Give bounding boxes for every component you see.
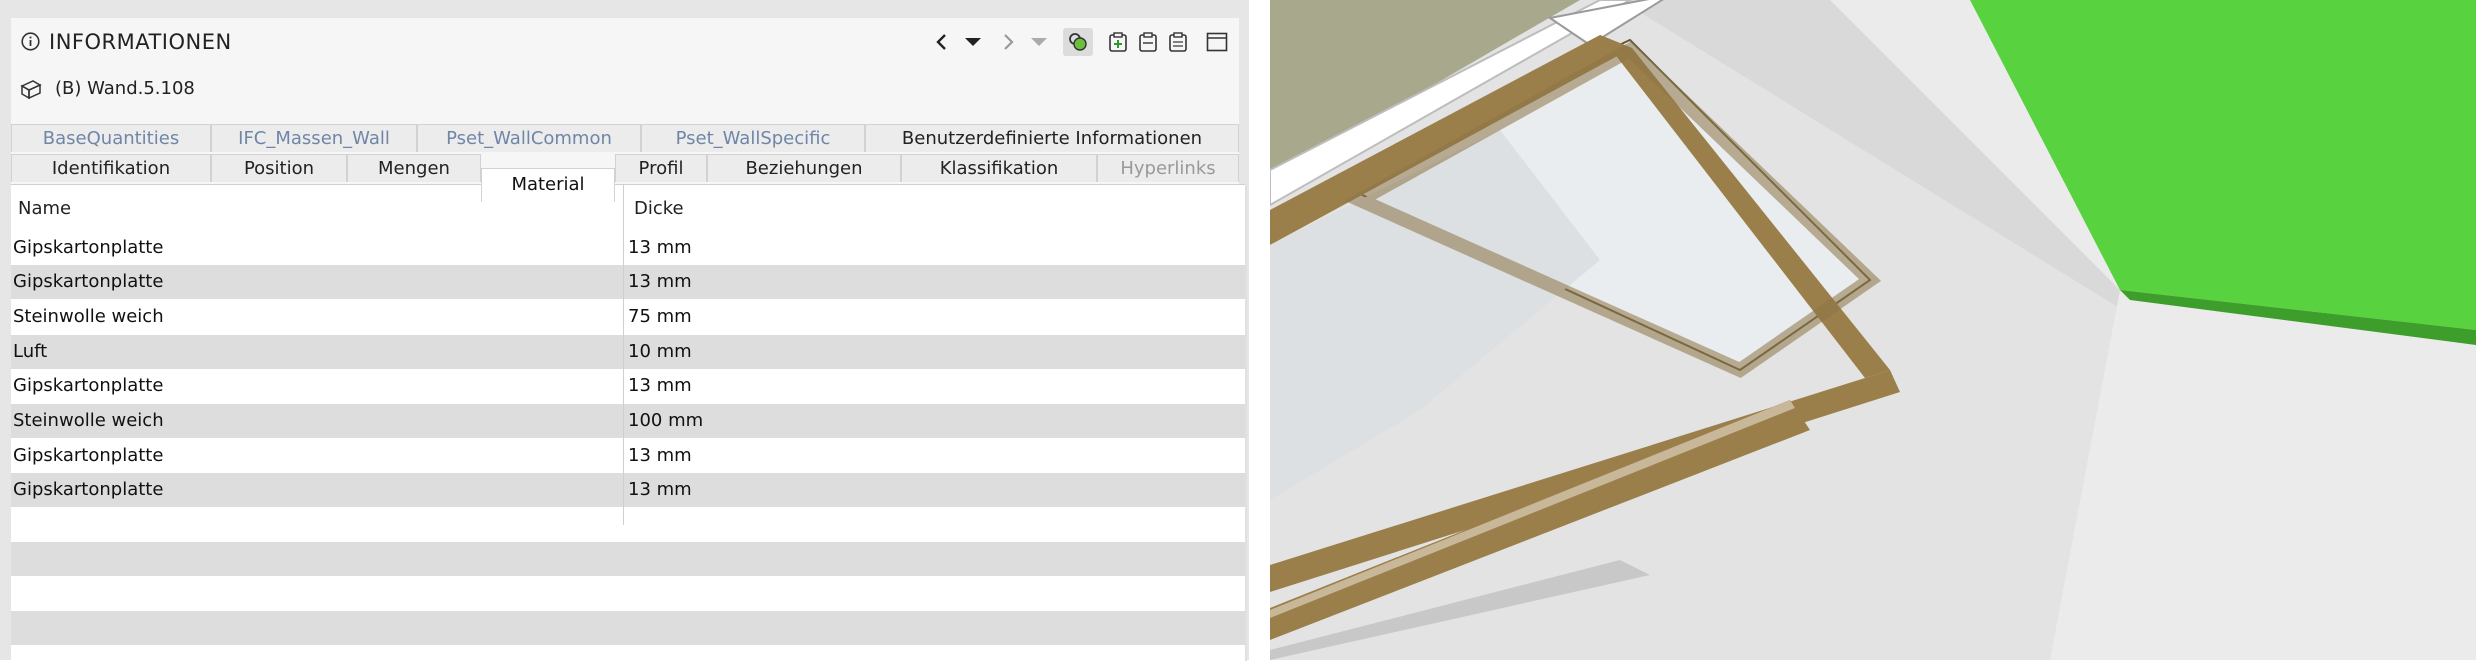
material-thickness: 13 mm <box>628 271 692 292</box>
panel-title: INFORMATIONEN <box>49 30 232 54</box>
add-clipboard-icon[interactable] <box>1105 28 1131 56</box>
material-name: Luft <box>13 341 48 362</box>
tab-klassifikation[interactable]: Klassifikation <box>901 154 1097 182</box>
triangle-down-disabled-icon <box>1027 28 1051 56</box>
material-thickness: 13 mm <box>628 237 692 258</box>
material-name: Gipskartonplatte <box>13 271 164 292</box>
empty-row <box>11 577 1245 611</box>
material-table: Name Dicke Gipskartonplatte 13 mm Gipskar… <box>11 184 1247 661</box>
tab-pset-wallspecific[interactable]: Pset_WallSpecific <box>641 124 865 152</box>
column-separator[interactable] <box>623 185 624 525</box>
tab-ifc-massen-wall[interactable]: IFC_Massen_Wall <box>211 124 417 152</box>
material-name: Gipskartonplatte <box>13 375 164 396</box>
3d-viewport[interactable] <box>1270 0 2476 660</box>
information-panel: INFORMATIONEN (B) Wand.5.108 BaseQuantit… <box>0 0 1249 661</box>
tab-material[interactable]: Material <box>481 168 615 202</box>
panel-header: INFORMATIONEN <box>11 18 1239 66</box>
table-row[interactable]: Gipskartonplatte 13 mm <box>11 473 1245 507</box>
3d-model-view <box>1270 0 2476 660</box>
material-name: Steinwolle weich <box>13 306 164 327</box>
info-icon <box>21 32 40 51</box>
material-name: Steinwolle weich <box>13 410 164 431</box>
material-name: Gipskartonplatte <box>13 237 164 258</box>
material-thickness: 13 mm <box>628 375 692 396</box>
empty-row <box>11 507 1245 541</box>
chevron-right-icon[interactable] <box>997 28 1019 56</box>
wall-object-icon <box>19 78 43 102</box>
tab-pset-wallcommon[interactable]: Pset_WallCommon <box>417 124 641 152</box>
table-row[interactable]: Luft 10 mm <box>11 335 1245 369</box>
tab-mengen[interactable]: Mengen <box>347 154 481 182</box>
highlight-selection-icon[interactable] <box>1063 28 1093 56</box>
tab-hyperlinks[interactable]: Hyperlinks <box>1097 154 1239 182</box>
triangle-down-icon[interactable] <box>961 28 985 56</box>
paste-clipboard-icon[interactable] <box>1165 28 1191 56</box>
material-thickness: 13 mm <box>628 479 692 500</box>
table-row[interactable]: Steinwolle weich 100 mm <box>11 404 1245 438</box>
tab-beziehungen[interactable]: Beziehungen <box>707 154 901 182</box>
material-thickness: 100 mm <box>628 410 704 431</box>
tab-profil[interactable]: Profil <box>615 154 707 182</box>
table-row[interactable]: Gipskartonplatte 13 mm <box>11 265 1245 299</box>
column-header-name[interactable]: Name <box>18 187 71 231</box>
table-row[interactable]: Steinwolle weich 75 mm <box>11 300 1245 334</box>
table-row[interactable]: Gipskartonplatte 13 mm <box>11 369 1245 403</box>
material-name: Gipskartonplatte <box>13 445 164 466</box>
table-right-border <box>1245 185 1247 661</box>
selected-object-name: (B) Wand.5.108 <box>55 78 195 99</box>
dock-panel-icon[interactable] <box>1203 28 1231 56</box>
chevron-left-icon[interactable] <box>931 28 953 56</box>
tab-position[interactable]: Position <box>211 154 347 182</box>
copy-clipboard-icon[interactable] <box>1135 28 1161 56</box>
material-thickness: 10 mm <box>628 341 692 362</box>
empty-row <box>11 542 1245 576</box>
column-header-dicke[interactable]: Dicke <box>634 187 684 231</box>
material-thickness: 13 mm <box>628 445 692 466</box>
table-row[interactable]: Gipskartonplatte 13 mm <box>11 231 1245 265</box>
tab-identifikation[interactable]: Identifikation <box>11 154 211 182</box>
table-row[interactable]: Gipskartonplatte 13 mm <box>11 439 1245 473</box>
information-panel-content: INFORMATIONEN (B) Wand.5.108 BaseQuantit… <box>11 18 1247 661</box>
empty-row <box>11 611 1245 645</box>
tab-benutzerdefinierte-informationen[interactable]: Benutzerdefinierte Informationen <box>865 124 1239 152</box>
material-thickness: 75 mm <box>628 306 692 327</box>
material-name: Gipskartonplatte <box>13 479 164 500</box>
tab-basequantities[interactable]: BaseQuantities <box>11 124 211 152</box>
